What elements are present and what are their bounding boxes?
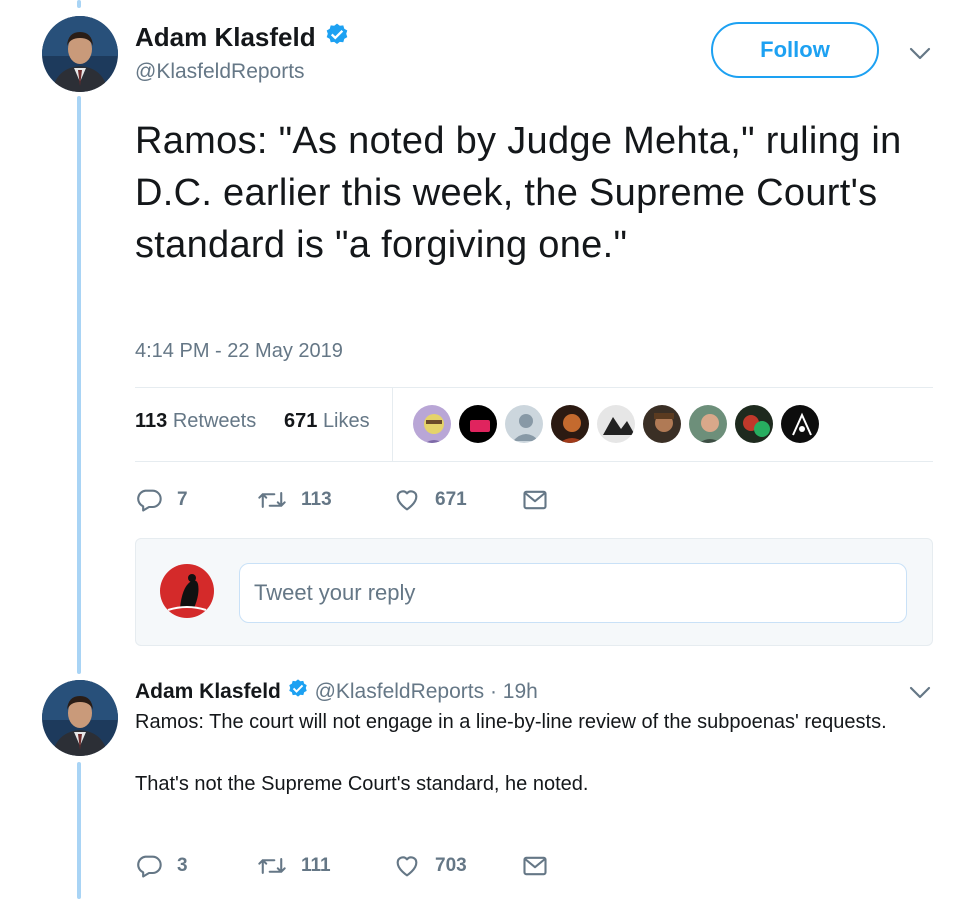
retweet-action[interactable]: 111 xyxy=(257,852,331,880)
liker-avatar[interactable] xyxy=(549,403,591,445)
likes-label: Likes xyxy=(322,410,370,432)
heart-icon xyxy=(396,856,418,877)
reply-action[interactable]: 3 xyxy=(135,852,188,880)
reply-bubble-icon xyxy=(137,489,162,512)
retweets-count: 113 xyxy=(135,410,168,432)
envelope-icon xyxy=(523,856,547,876)
liker-avatar[interactable] xyxy=(733,403,775,445)
reply-tweet-header: Adam Klasfeld @KlasfeldReports · 19h xyxy=(135,678,538,707)
retweet-icon xyxy=(258,858,286,874)
like-count: 703 xyxy=(435,855,467,876)
likes-stat[interactable]: 671 Likes xyxy=(284,410,370,433)
reply-tweet-text: Ramos: The court will not engage in a li… xyxy=(135,707,915,831)
chevron-down-icon[interactable] xyxy=(908,680,932,704)
follow-button[interactable]: Follow xyxy=(711,22,879,78)
retweet-count: 113 xyxy=(301,489,332,510)
author-avatar[interactable] xyxy=(42,16,118,92)
divider-bottom xyxy=(135,461,933,462)
like-action[interactable]: 703 xyxy=(393,852,467,880)
author-handle[interactable]: @KlasfeldReports xyxy=(135,60,305,84)
reply-composer xyxy=(135,538,933,646)
reply-text-paragraph: Ramos: The court will not engage in a li… xyxy=(135,711,887,733)
liker-avatar[interactable] xyxy=(503,403,545,445)
chevron-down-icon[interactable] xyxy=(908,41,932,65)
tweet-timestamp[interactable]: 4:14 PM - 22 May 2019 xyxy=(135,340,343,363)
tweet-actions: 7 113 671 xyxy=(135,486,695,516)
dm-action[interactable] xyxy=(521,486,549,514)
retweets-label: Retweets xyxy=(172,410,257,432)
reply-count: 7 xyxy=(177,489,188,510)
liker-avatar[interactable] xyxy=(779,403,821,445)
reply-text-paragraph: That's not the Supreme Court's standard,… xyxy=(135,773,589,795)
tweet-text: Ramos: "As noted by Judge Mehta," ruling… xyxy=(135,120,902,266)
thread-line-top xyxy=(77,0,81,8)
verified-badge-icon xyxy=(287,678,309,707)
reply-time[interactable]: · 19h xyxy=(490,680,538,703)
reply-count: 3 xyxy=(177,855,188,876)
liker-avatar[interactable] xyxy=(641,403,683,445)
author-name[interactable]: Adam Klasfeld xyxy=(135,22,316,53)
thread-line-middle xyxy=(77,96,81,674)
likes-count: 671 xyxy=(284,410,318,432)
liker-avatar[interactable] xyxy=(457,403,499,445)
retweet-count: 111 xyxy=(301,855,331,876)
reply-action[interactable]: 7 xyxy=(135,486,188,514)
liker-avatar[interactable] xyxy=(687,403,729,445)
reply-input[interactable] xyxy=(239,563,907,623)
stats-row: 113 Retweets 671 Likes xyxy=(135,388,933,461)
author-name-row[interactable]: Adam Klasfeld xyxy=(135,22,350,53)
stats-separator xyxy=(392,388,393,461)
liker-avatar[interactable] xyxy=(411,403,453,445)
verified-badge-icon xyxy=(324,22,350,53)
envelope-icon xyxy=(523,490,547,510)
current-user-avatar[interactable] xyxy=(160,564,214,618)
reply-bubble-icon xyxy=(137,855,162,878)
reply-tweet-actions: 3 111 703 xyxy=(135,852,695,882)
dm-action[interactable] xyxy=(521,852,549,880)
retweet-action[interactable]: 113 xyxy=(257,486,332,514)
retweets-stat[interactable]: 113 Retweets xyxy=(135,410,256,433)
heart-icon xyxy=(396,490,418,511)
thread-line-bottom xyxy=(77,762,81,899)
like-action[interactable]: 671 xyxy=(393,486,467,514)
reply-author-handle[interactable]: @KlasfeldReports xyxy=(315,680,485,703)
liker-avatar[interactable] xyxy=(595,403,637,445)
reply-author-avatar[interactable] xyxy=(42,680,118,756)
like-count: 671 xyxy=(435,489,467,510)
reply-author-name[interactable]: Adam Klasfeld xyxy=(135,680,281,703)
retweet-icon xyxy=(258,492,286,508)
